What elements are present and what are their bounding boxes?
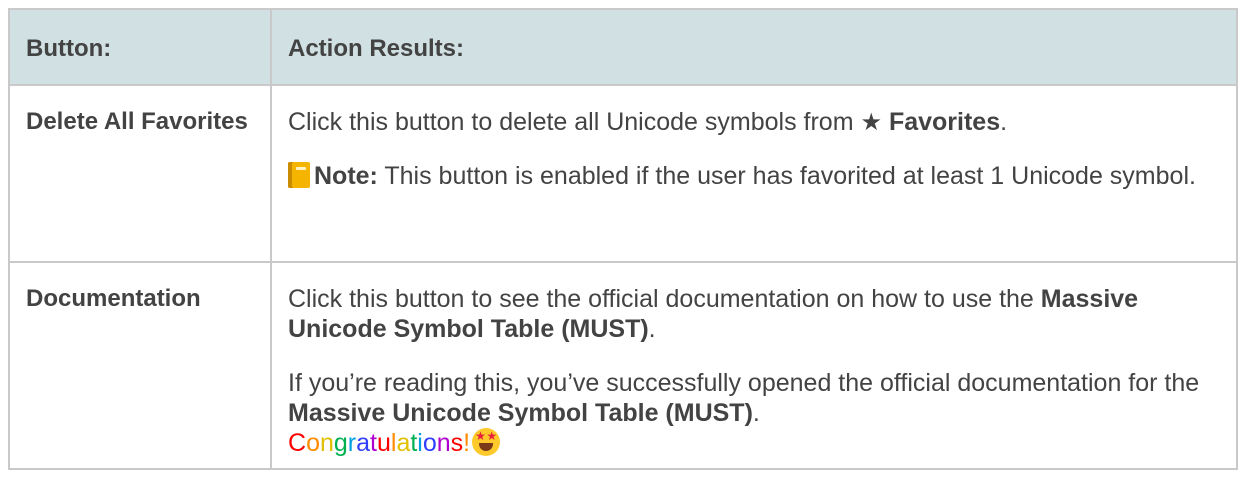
note-text: This button is enabled if the user has f… [377,162,1196,190]
button-reference-table: Button: Action Results: Delete All Favor… [8,8,1238,470]
star-icon: ★ [860,108,882,136]
button-name-documentation: Documentation [8,261,272,470]
action-result-cell: Click this button to see the official do… [270,261,1238,470]
congratulations-text: Congratulations! [288,429,471,457]
table-row: Documentation Click this button to see t… [8,261,1238,470]
note-label: Note: [314,162,378,190]
favorites-label: Favorites [888,108,1001,136]
description-paragraph: Click this button to delete all Unicode … [288,108,1008,136]
description-paragraph: Click this button to see the official do… [288,285,1139,343]
button-name-delete-all-favorites: Delete All Favorites [8,84,272,263]
reading-paragraph: If you’re reading this, you’ve successfu… [288,368,1220,458]
header-action-results: Action Results: [270,8,1238,86]
table-row: Delete All Favorites Click this button t… [8,84,1238,263]
action-result-cell: Click this button to delete all Unicode … [270,84,1238,263]
must-title: Massive Unicode Symbol Table (MUST) [288,399,753,427]
header-row: Button: Action Results: [8,8,1238,86]
star-struck-emoji-icon [472,428,501,456]
notebook-icon [288,162,310,188]
header-button: Button: [8,8,272,86]
note-paragraph: Note: This button is enabled if the user… [288,161,1220,191]
